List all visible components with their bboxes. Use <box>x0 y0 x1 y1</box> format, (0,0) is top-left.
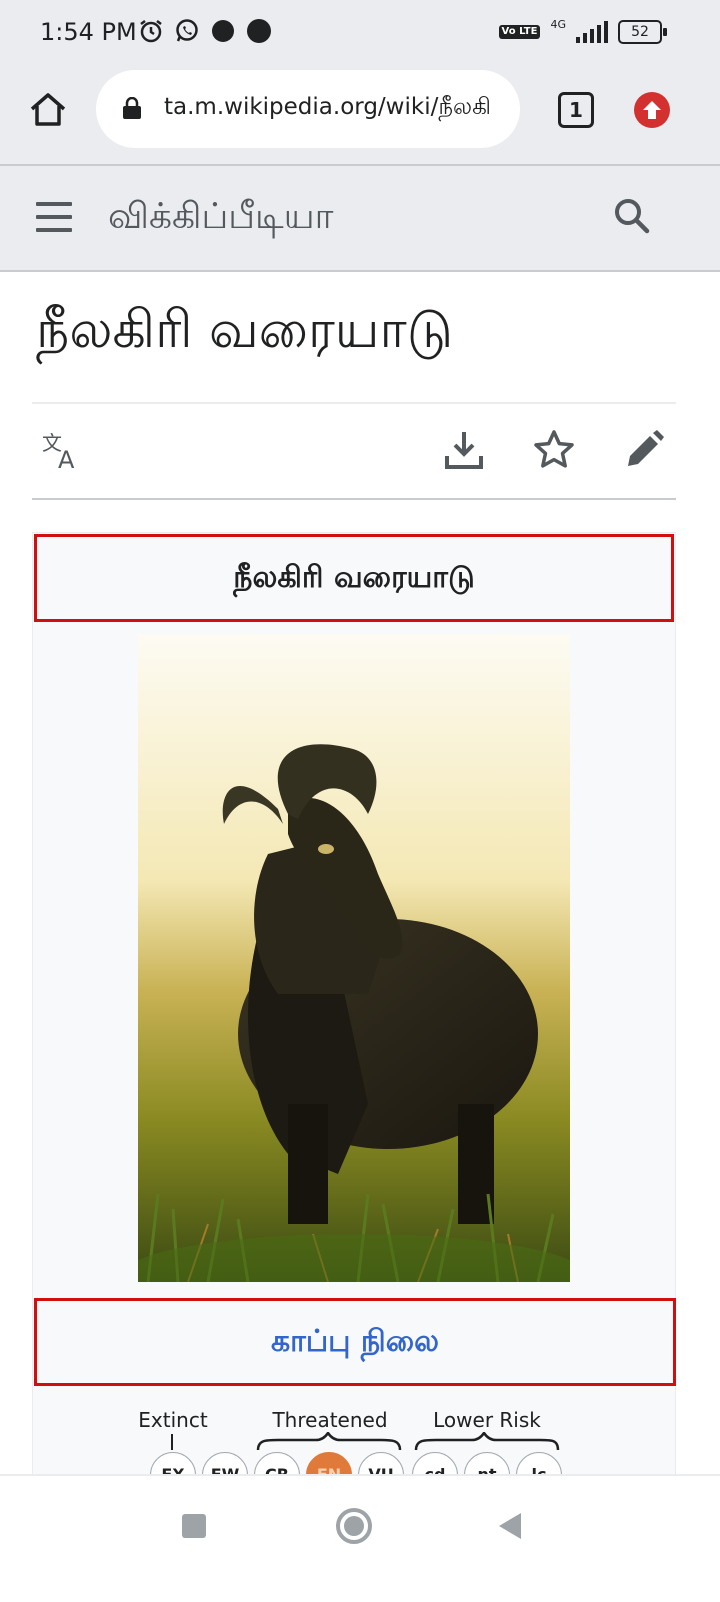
conservation-status-heading[interactable]: காப்பு நிலை <box>34 1298 676 1386</box>
home-icon <box>30 93 66 126</box>
jio-icon <box>246 18 272 44</box>
system-nav-bar <box>0 1474 720 1602</box>
alarm-icon <box>138 18 164 44</box>
wiki-header: விக்கிப்பீடியா <box>0 166 720 272</box>
edit-button[interactable] <box>622 428 666 472</box>
iucn-group-extinct: Extinct <box>138 1408 208 1432</box>
svg-text:A: A <box>58 446 75 472</box>
address-bar[interactable]: ta.m.wikipedia.org/wiki/நீலகி <box>96 70 520 148</box>
star-icon <box>534 430 574 468</box>
menu-bar-line <box>36 202 72 206</box>
signal-icon <box>576 21 608 43</box>
watch-star-button[interactable] <box>532 428 576 472</box>
download-icon <box>445 432 483 469</box>
whatsapp-icon <box>174 18 200 44</box>
status-bar: 1:54 PM Vo LTE 4G 52 <box>0 0 720 70</box>
page-actions: 文 A <box>32 404 676 500</box>
circle-icon <box>336 1508 372 1544</box>
network-type: 4G <box>550 17 566 31</box>
notification-icons <box>138 18 272 44</box>
download-button[interactable] <box>442 428 486 472</box>
back-triangle-icon <box>499 1513 521 1539</box>
volte-icon: Vo LTE <box>498 25 541 39</box>
infobox-title: நீலகிரி வரையாடு <box>34 534 674 622</box>
square-icon <box>182 1514 206 1538</box>
iucn-group-threatened: Threatened <box>272 1408 388 1432</box>
nilgiri-tahr-image <box>138 634 570 1282</box>
battery-icon: 52 <box>618 20 667 44</box>
search-button[interactable] <box>612 196 652 236</box>
update-button[interactable] <box>634 92 670 128</box>
page-title: நீலகிரி வரையாடு <box>36 300 454 360</box>
lock-icon <box>123 97 141 119</box>
iucn-group-lower-risk: Lower Risk <box>433 1408 541 1432</box>
dot-notification-icon <box>210 18 236 44</box>
status-time: 1:54 PM <box>40 18 137 46</box>
pencil-icon <box>628 430 664 466</box>
menu-bar-line <box>36 228 72 232</box>
back-button[interactable] <box>490 1506 530 1546</box>
search-icon <box>615 199 650 234</box>
arrow-up-icon <box>643 101 661 119</box>
main-menu-button[interactable] <box>36 202 72 232</box>
browser-toolbar: ta.m.wikipedia.org/wiki/நீலகி 1 <box>0 70 720 166</box>
home-button[interactable] <box>26 88 70 132</box>
menu-bar-line <box>36 215 72 219</box>
url-text: ta.m.wikipedia.org/wiki/நீலகி <box>164 94 491 120</box>
translate-icon: 文 A <box>42 431 75 474</box>
system-status: Vo LTE 4G 52 <box>498 17 667 44</box>
recents-button[interactable] <box>174 1506 214 1546</box>
iucn-braces <box>171 1432 560 1451</box>
wikipedia-wordmark[interactable]: விக்கிப்பீடியா <box>108 196 333 242</box>
tab-switcher-button[interactable]: 1 <box>558 92 594 128</box>
species-photo[interactable] <box>138 634 570 1282</box>
home-nav-button[interactable] <box>334 1506 374 1546</box>
language-button[interactable]: 文 A <box>40 428 84 474</box>
